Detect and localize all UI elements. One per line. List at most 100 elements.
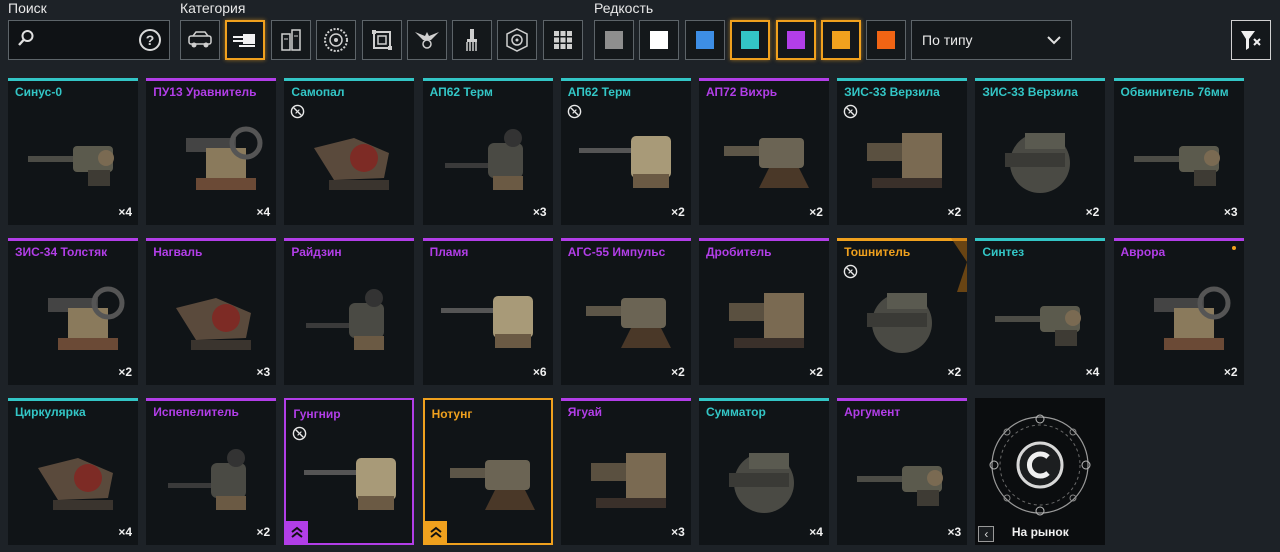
category-module-button[interactable]	[271, 20, 311, 60]
weapon-name: АП72 Вихрь	[705, 85, 778, 99]
faction-emblem-icon	[415, 32, 439, 49]
weapon-card[interactable]: Самопал	[284, 78, 415, 225]
rarity-filter-button[interactable]	[594, 20, 634, 60]
weapon-card[interactable]: Аврора ×2	[1113, 238, 1244, 385]
category-faction-button[interactable]	[407, 20, 447, 60]
weapon-count: ×3	[532, 205, 547, 219]
weapon-card[interactable]: АП62 Терм ×2	[560, 78, 691, 225]
weapon-name: Тошнитель	[844, 245, 911, 259]
category-structure-button[interactable]	[362, 20, 402, 60]
weapon-image	[449, 460, 535, 510]
category-resource-button[interactable]	[497, 20, 537, 60]
weapon-image	[578, 136, 671, 188]
weapon-card[interactable]: Сумматор ×4	[698, 398, 829, 545]
category-weapon-button[interactable]	[225, 20, 265, 60]
rarity-filter-button[interactable]	[685, 20, 725, 60]
search-box: ?	[8, 20, 170, 60]
help-icon[interactable]: ?	[139, 29, 161, 51]
weapon-card[interactable]: Аргумент ×3	[837, 398, 968, 545]
category-vehicle-button[interactable]	[180, 20, 220, 60]
category-all-button[interactable]	[543, 20, 583, 60]
rarity-color-swatch	[605, 31, 623, 49]
broken-icon	[291, 104, 305, 119]
wheel-icon	[324, 28, 348, 52]
weapon-image	[1153, 286, 1230, 350]
rarity-bar	[698, 238, 829, 241]
weapon-card[interactable]: Гунгнир	[284, 398, 415, 545]
rarity-filter-button[interactable]	[866, 20, 906, 60]
weapon-card[interactable]: Ягуай ×3	[560, 398, 691, 545]
weapon-image	[1133, 146, 1220, 186]
weapon-count: ×4	[118, 525, 132, 539]
weapon-card[interactable]: АП72 Вихрь ×2	[698, 78, 829, 225]
category-paint-button[interactable]	[452, 20, 492, 60]
weapon-image	[168, 449, 247, 510]
weapon-count: ×2	[1223, 365, 1238, 379]
weapon-card[interactable]: Тошнитель ×2	[837, 238, 968, 385]
weapon-count: ×2	[671, 205, 685, 219]
weapon-image	[176, 298, 252, 350]
rarity-filter-button[interactable]	[730, 20, 770, 60]
rarity-bar	[284, 238, 415, 241]
new-indicator	[1231, 246, 1236, 250]
rarity-color-swatch	[696, 31, 714, 49]
weapon-card[interactable]: АП62 Терм ×3	[422, 78, 553, 225]
weapon-image	[306, 289, 385, 350]
reset-filter-button[interactable]	[1231, 20, 1271, 60]
rarity-bar	[8, 238, 138, 241]
market-button[interactable]: ‹ На рынок	[975, 398, 1106, 545]
weapon-image	[728, 453, 794, 513]
weapon-icon	[233, 34, 255, 47]
category-wheel-button[interactable]	[316, 20, 356, 60]
inventory-grid: Синус-0 ×4 ПУ13 Уравнитель ×4 Самопал АП62 Те…	[8, 78, 1244, 545]
sort-select-value: По типу	[922, 32, 973, 48]
rarity-bar	[146, 78, 277, 81]
weapon-image	[867, 293, 933, 353]
rarity-bar	[146, 238, 277, 241]
weapon-card[interactable]: Дробитель ×2	[698, 238, 829, 385]
weapon-card[interactable]: Циркулярка ×4	[8, 398, 138, 545]
weapon-count: ×2	[1085, 205, 1100, 219]
weapon-card[interactable]: Синус-0 ×4	[8, 78, 138, 225]
search-input[interactable]	[41, 32, 133, 48]
sort-select[interactable]: По типу	[911, 20, 1072, 60]
weapon-count: ×2	[809, 365, 823, 379]
weapon-card[interactable]: Испепелитель ×2	[146, 398, 277, 545]
weapon-card[interactable]: Райдзин	[284, 238, 415, 385]
weapon-card[interactable]: Синтез ×4	[975, 238, 1106, 385]
weapon-card[interactable]: Пламя ×6	[422, 238, 553, 385]
rarity-bar	[8, 398, 138, 401]
rarity-filter-button[interactable]	[776, 20, 816, 60]
market-label: На рынок	[1011, 525, 1069, 539]
weapon-image	[304, 458, 397, 510]
category-label: Категория	[180, 0, 246, 16]
rarity-bar	[837, 78, 968, 81]
weapon-image	[28, 146, 114, 186]
rarity-filter-button[interactable]	[639, 20, 679, 60]
broken-icon	[843, 104, 858, 119]
weapon-card[interactable]: ЗИС-33 Верзила ×2	[975, 78, 1106, 225]
weapon-card[interactable]: Обвинитель 76мм ×3	[1113, 78, 1244, 225]
weapon-count: ×4	[1085, 365, 1100, 379]
rarity-filter-button[interactable]	[821, 20, 861, 60]
weapon-count: ×2	[671, 365, 685, 379]
rarity-bar	[422, 78, 553, 81]
weapon-count: ×4	[809, 525, 823, 539]
market-emblem-icon	[989, 414, 1091, 516]
filter-clear-icon	[1241, 31, 1261, 50]
weapon-count: ×3	[1223, 205, 1238, 219]
weapon-name: Циркулярка	[15, 405, 86, 419]
weapon-image	[314, 138, 390, 190]
rarity-bar	[422, 238, 553, 241]
weapon-card[interactable]: ПУ13 Уравнитель ×4	[146, 78, 277, 225]
chevron-up-double-icon	[429, 526, 442, 538]
weapon-image	[590, 453, 666, 508]
weapon-card[interactable]: ЗИС-34 Толстяк ×2	[8, 238, 138, 385]
weapon-card[interactable]: Нагваль ×3	[146, 238, 277, 385]
weapon-card[interactable]: Нотунг	[422, 398, 553, 545]
weapon-card[interactable]: АГС-55 Импульс ×2	[560, 238, 691, 385]
weapon-name: АП62 Терм	[429, 85, 493, 99]
weapon-card[interactable]: ЗИС-33 Верзила ×2	[837, 78, 968, 225]
weapon-image	[857, 466, 944, 506]
weapon-count: ×3	[256, 365, 271, 379]
